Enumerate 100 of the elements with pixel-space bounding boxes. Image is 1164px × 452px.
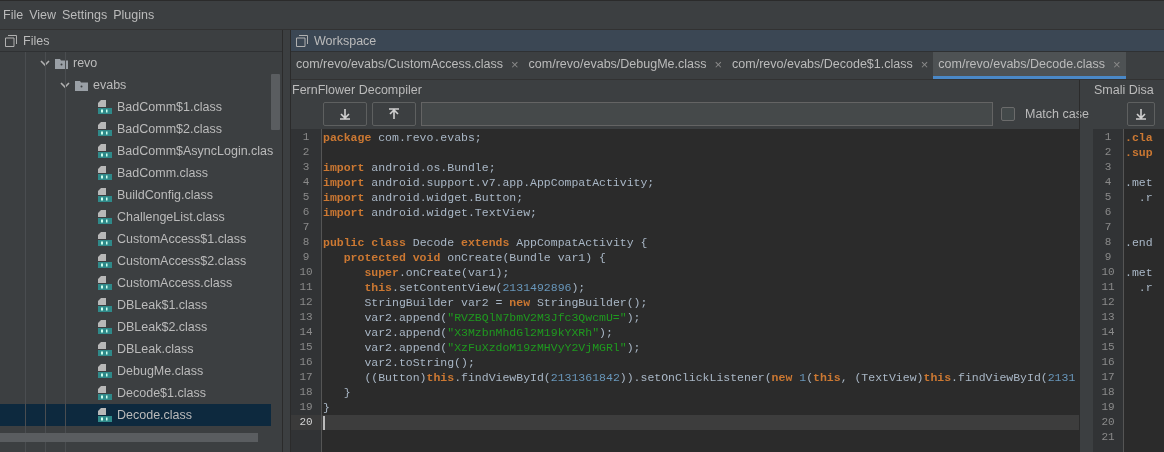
menu-item[interactable]: View xyxy=(29,8,57,22)
tree-item[interactable]: Decode.class xyxy=(0,404,271,426)
tree-item[interactable]: CustomAccess$2.class xyxy=(0,250,271,272)
tree-item[interactable]: DBLeak.class xyxy=(0,338,271,360)
line-number: 14 xyxy=(1100,325,1116,340)
scrollbar[interactable] xyxy=(0,433,258,442)
file-tab[interactable]: com/revo/evabs/Decode.class × xyxy=(933,52,1126,79)
file-tab[interactable]: com/revo/evabs/DebugMe.class × xyxy=(523,52,728,79)
close-icon[interactable]: × xyxy=(511,56,519,72)
line-number: 9 xyxy=(301,250,311,265)
tree-item[interactable]: DebugMe.class xyxy=(0,360,271,382)
close-icon[interactable]: × xyxy=(920,56,929,72)
line-number: 6 xyxy=(1103,205,1113,220)
line-number: 9 xyxy=(1103,250,1113,265)
code-line: import android.widget.Button; xyxy=(323,190,524,205)
checkbox-label: Match case xyxy=(1025,106,1089,121)
code-line: var2.append("X3MzbnMhdGl2M19kYXRh"); xyxy=(363,325,613,340)
file-tab[interactable]: com/revo/evabs/CustomAccess.class × xyxy=(291,52,524,79)
line-number: 15 xyxy=(1100,340,1116,355)
tree-item[interactable]: BadComm$2.class xyxy=(0,118,271,140)
class-file-icon xyxy=(98,298,112,312)
tree-item[interactable]: CustomAccess.class xyxy=(0,272,271,294)
code-line: } xyxy=(323,400,330,415)
panel-title: Workspace xyxy=(314,33,377,48)
tree-item[interactable]: evabs xyxy=(0,74,271,96)
text-caret xyxy=(323,415,325,430)
tree-item[interactable]: DBLeak$2.class xyxy=(0,316,271,338)
class-file-icon xyxy=(98,100,112,114)
upload-button[interactable] xyxy=(372,101,416,126)
line-number: 1 xyxy=(301,130,311,145)
pane-title: Smali Disa xyxy=(1093,82,1155,99)
checkbox[interactable] xyxy=(1001,106,1015,121)
line-number: 7 xyxy=(301,220,311,235)
line-number: 11 xyxy=(298,280,314,295)
code-line: import android.support.v7.app.AppCompatActivity; xyxy=(323,175,655,190)
upload-icon xyxy=(388,107,400,120)
menu-item[interactable]: Plugins xyxy=(113,8,155,22)
folder-icon xyxy=(75,79,88,91)
line-number: 21 xyxy=(1100,430,1116,445)
code-line: .r xyxy=(1137,280,1153,295)
tree-item[interactable]: BadComm$1.class xyxy=(0,96,271,118)
file-tab[interactable]: com/revo/evabs/Decode$1.class × xyxy=(727,52,934,79)
tree-item[interactable]: CustomAccess$1.class xyxy=(0,228,271,250)
class-file-icon xyxy=(98,188,112,202)
line-number: 17 xyxy=(1100,370,1116,385)
download-button[interactable] xyxy=(323,101,367,126)
code-line: var2.append("RVZBQlN7bmV2M3Jfc3QwcmU="); xyxy=(363,310,641,325)
download-button[interactable] xyxy=(1127,101,1155,126)
code-line: .met xyxy=(1125,175,1153,190)
code-line: .r xyxy=(1137,190,1153,205)
line-number: 19 xyxy=(1100,400,1116,415)
code-line: StringBuilder var2 = new StringBuilder(); xyxy=(363,295,648,310)
class-file-icon xyxy=(98,342,112,356)
line-number: 19 xyxy=(298,400,314,415)
code-line: } xyxy=(342,385,351,400)
close-icon[interactable]: × xyxy=(714,56,723,72)
line-number: 13 xyxy=(298,310,314,325)
pane-title: FernFlower Decompiler xyxy=(291,82,423,99)
line-number: 2 xyxy=(1103,145,1113,160)
panel-title: Files xyxy=(23,33,50,48)
tree-item[interactable]: DBLeak$1.class xyxy=(0,294,271,316)
line-number: 1 xyxy=(1103,130,1113,145)
code-line: .cla xyxy=(1125,130,1153,145)
tree-item[interactable]: BadComm$AsyncLogin.clas xyxy=(0,140,271,162)
tree-item[interactable]: Decode$1.class xyxy=(0,382,271,404)
class-file-icon xyxy=(98,122,112,136)
folder-icon xyxy=(55,57,68,69)
line-number: 12 xyxy=(1100,295,1116,310)
code-line: var2.append("XzFuXzdoM19zMHVyY2VjMGRl"); xyxy=(363,340,641,355)
line-number: 2 xyxy=(301,145,311,160)
line-number: 14 xyxy=(298,325,314,340)
line-number: 20 xyxy=(1100,415,1116,430)
menu-item[interactable]: Settings xyxy=(62,8,108,22)
panel-icon xyxy=(5,34,17,47)
line-number: 8 xyxy=(301,235,311,250)
class-file-icon xyxy=(98,364,112,378)
tree-item[interactable]: ChallengeList.class xyxy=(0,206,271,228)
line-number: 10 xyxy=(298,265,314,280)
line-number: 16 xyxy=(1100,355,1116,370)
code-line: public class Decode extends AppCompatActivity { xyxy=(323,235,648,250)
search-field[interactable] xyxy=(421,101,993,126)
tree-item[interactable]: revo xyxy=(0,52,271,74)
tree-item[interactable]: BadComm.class xyxy=(0,162,271,184)
tree-item[interactable]: BuildConfig.class xyxy=(0,184,271,206)
line-number: 17 xyxy=(298,370,314,385)
menu-item[interactable]: File xyxy=(3,8,24,22)
code-line: import android.widget.TextView; xyxy=(323,205,537,220)
class-file-icon xyxy=(98,276,112,290)
line-number: 8 xyxy=(1103,235,1113,250)
code-line: import android.os.Bundle; xyxy=(323,160,496,175)
class-file-icon xyxy=(98,144,112,158)
line-number: 16 xyxy=(298,355,314,370)
line-number: 10 xyxy=(1100,265,1116,280)
line-number: 15 xyxy=(298,340,314,355)
chevron-icon[interactable] xyxy=(60,80,70,90)
scrollbar[interactable] xyxy=(271,74,280,130)
code-line: this.setContentView(2131492896); xyxy=(363,280,586,295)
line-number: 13 xyxy=(1100,310,1116,325)
chevron-icon[interactable] xyxy=(40,58,50,68)
line-number: 3 xyxy=(1103,160,1113,175)
